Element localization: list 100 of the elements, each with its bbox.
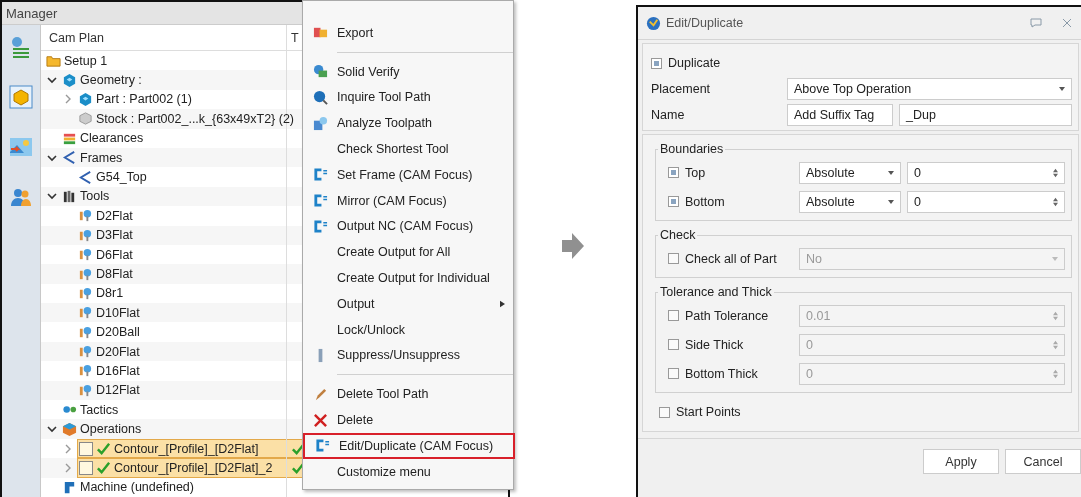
tool-icon — [78, 382, 93, 398]
tree-item[interactable]: Part : Part002 (1) — [77, 89, 286, 110]
tool-icon — [78, 344, 93, 360]
menu-item[interactable]: Inquire Tool Path — [303, 84, 513, 111]
tree-item-label: Machine (undefined) — [80, 480, 194, 495]
tree-item[interactable]: D8r1 — [77, 283, 286, 304]
menu-item[interactable]: Output NC (CAM Focus) — [303, 213, 513, 240]
checkbox[interactable] — [668, 310, 679, 321]
tree-item[interactable]: Tools — [61, 186, 286, 207]
dialog-button[interactable]: Apply — [923, 449, 999, 474]
dialog-title: Edit/Duplicate — [666, 16, 744, 30]
tree-item-label: Clearances — [80, 131, 144, 146]
checkbox[interactable] — [668, 196, 679, 207]
tree-item-label: Tactics — [80, 402, 119, 417]
comment-icon[interactable] — [1030, 18, 1042, 28]
checkbox[interactable] — [668, 368, 679, 379]
cam-focus-icon — [314, 438, 330, 454]
tree-item[interactable]: D20Flat — [77, 341, 286, 362]
tree-item-label: Tools — [80, 189, 110, 204]
tree-item[interactable]: Machine (undefined) — [61, 477, 286, 497]
tool-icon — [78, 208, 93, 224]
tree-item[interactable]: D6Flat — [77, 244, 286, 265]
checkmark-icon — [96, 441, 111, 456]
menu-item[interactable]: Delete Tool Path — [303, 381, 513, 408]
caret-icon — [888, 170, 894, 175]
dropdown[interactable]: Add Suffix Tag — [787, 104, 893, 126]
tree-item[interactable]: Tactics — [61, 400, 286, 420]
tree-item-label: G54_Top — [96, 170, 147, 185]
menu-item[interactable]: Solid Verify — [303, 58, 513, 85]
analyze-icon — [312, 115, 328, 131]
menu-item[interactable]: Delete — [303, 407, 513, 433]
checkbox[interactable] — [668, 167, 679, 178]
tool-icon — [78, 247, 93, 263]
chevron-icon[interactable] — [47, 191, 57, 202]
menu-item[interactable]: Lock/Unlock — [303, 316, 513, 343]
checkbox[interactable] — [651, 57, 662, 69]
tree-item-label: Frames — [80, 150, 123, 165]
dropdown[interactable]: Absolute — [799, 161, 901, 184]
cam-focus-icon — [312, 167, 328, 183]
menu-item[interactable]: Analyze Toolpath — [303, 110, 513, 137]
landscape-icon[interactable] — [9, 135, 33, 159]
close-icon[interactable] — [1061, 18, 1073, 28]
tree-item-label: D6Flat — [96, 247, 133, 262]
checkbox[interactable] — [659, 406, 670, 418]
number-field[interactable]: 0 — [907, 190, 1065, 213]
menu-item[interactable]: Export — [303, 20, 513, 46]
column-header[interactable]: Cam Plan — [41, 25, 287, 50]
tree-item-label: Contour_[Profile]_[D2Flat]_2 — [114, 460, 273, 475]
tool-icon — [78, 305, 93, 321]
axes-icon — [78, 169, 93, 185]
tree-item[interactable]: Contour_[Profile]_[D2Flat] — [77, 438, 286, 459]
tree-item-label: Part : Part002 (1) — [96, 92, 192, 107]
verify-icon — [312, 64, 328, 80]
checkbox-label: Check all of Part — [685, 251, 778, 266]
menu-item[interactable]: Create Output for Individual — [303, 265, 513, 291]
checkbox-label: Bottom Thick — [685, 366, 759, 381]
tree-item-label: D3Flat — [96, 228, 133, 243]
dropdown[interactable]: Above Top Operation — [787, 78, 1072, 100]
tree-item[interactable]: D12Flat — [77, 380, 286, 401]
menu-item[interactable]: Customize menu — [303, 458, 513, 485]
menu-item[interactable]: Output — [303, 290, 513, 317]
tool-icon — [78, 266, 93, 282]
tree-item[interactable]: Clearances — [61, 128, 286, 148]
menu-item[interactable]: Set Frame (CAM Focus) — [303, 162, 513, 188]
tool-icon — [78, 363, 93, 379]
chevron-icon[interactable] — [47, 75, 57, 86]
menu-item[interactable]: Check Shortest Tool — [303, 136, 513, 162]
dropdown[interactable]: Absolute — [799, 190, 901, 213]
input-field[interactable]: _Dup — [899, 104, 1072, 126]
field-label: Placement — [651, 82, 712, 96]
menu-item[interactable]: Edit/Duplicate (CAM Focus) — [303, 432, 515, 459]
checkbox[interactable] — [79, 460, 93, 475]
caret-icon — [888, 199, 894, 204]
dialog-button[interactable]: Cancel — [1005, 449, 1081, 474]
tree-item[interactable]: G54_Top — [77, 167, 286, 187]
checkbox[interactable] — [668, 253, 679, 264]
tree-item-label: D16Flat — [96, 363, 140, 378]
cube-icon[interactable] — [9, 85, 33, 109]
tree-item-label: D12Flat — [96, 383, 140, 398]
chevron-icon[interactable] — [47, 424, 57, 435]
tree-item-label: Setup 1 — [64, 53, 108, 68]
menu-item[interactable]: Suppress/Unsuppress — [303, 342, 513, 369]
tree-item[interactable]: Contour_[Profile]_[D2Flat]_2 — [77, 458, 286, 478]
tree-item-label: D8r1 — [96, 286, 124, 301]
tree-item[interactable]: D16Flat — [77, 361, 286, 381]
submenu-arrow-icon — [500, 299, 505, 308]
tree-item[interactable]: D8Flat — [77, 264, 286, 284]
checkbox[interactable] — [668, 339, 679, 350]
tree-item[interactable]: Setup 1 — [45, 51, 286, 71]
tools-icon — [62, 188, 77, 204]
checkbox[interactable] — [79, 441, 93, 456]
tree-item-label: Geometry : — [80, 73, 142, 88]
checkbox-label: Bottom — [685, 194, 726, 209]
tree-item[interactable]: D20Ball — [77, 322, 286, 342]
menu-item[interactable]: Create Output for All — [303, 239, 513, 266]
tree-item[interactable]: D2Flat — [77, 206, 286, 226]
menu-item[interactable]: Mirror (CAM Focus) — [303, 187, 513, 214]
cube-icon — [62, 72, 77, 88]
number-field[interactable]: 0 — [907, 161, 1065, 184]
chevron-icon[interactable] — [47, 152, 57, 163]
